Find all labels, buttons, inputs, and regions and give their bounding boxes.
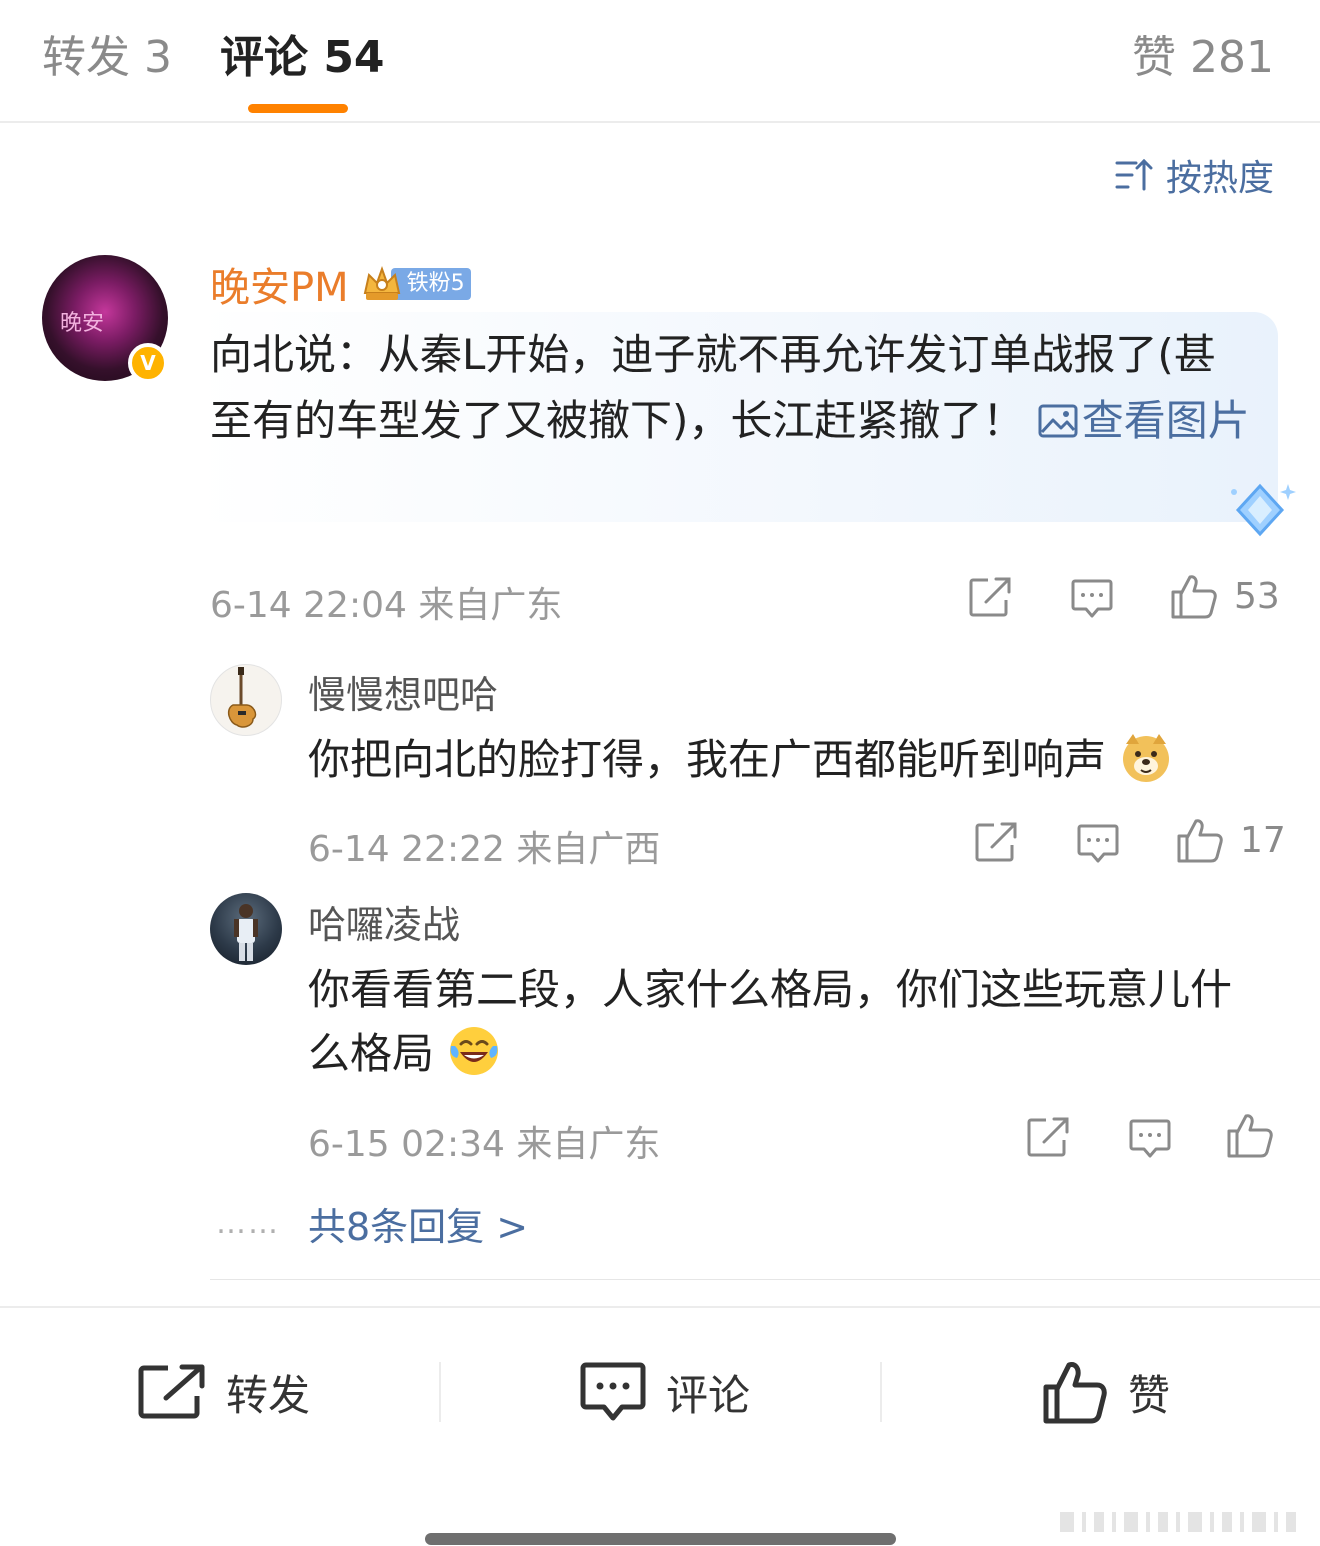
divider (0, 1306, 1320, 1308)
laughing-crying-emoji-icon (450, 1027, 499, 1075)
watermark-image (1060, 1512, 1296, 1532)
like-button[interactable]: 赞 (1042, 1360, 1170, 1424)
comment-icon (580, 1362, 646, 1421)
tab-repost[interactable]: 转发 3 (42, 30, 172, 86)
sort-button[interactable]: 按热度 (1114, 150, 1274, 200)
comment-username[interactable]: 晚安PM (210, 255, 349, 313)
bottom-action-bar: 转发 评论 赞 (0, 1310, 1320, 1470)
guitar-avatar-image (227, 667, 257, 728)
like-icon (1043, 1362, 1107, 1424)
reply-body: 你看看第二段，人家什么格局，你们这些玩意儿什么格局 (308, 965, 1233, 1078)
player-avatar-image (234, 904, 258, 961)
reply-username[interactable]: 慢慢想吧哈 (308, 664, 498, 719)
more-replies-link[interactable]: 共8条回复 > (308, 1196, 528, 1251)
avatar[interactable] (210, 664, 282, 736)
bottom-bar-separator (880, 1362, 882, 1422)
avatar-text: 晚安 (60, 311, 105, 336)
comment-button[interactable]: 评论 (580, 1360, 750, 1424)
comment-text: 向北说：从秦L开始，迪子就不再允许发订单战报了(甚至有的车型发了又被撤下)，长江… (210, 322, 1255, 454)
fan-badge-label: 铁粉5 (390, 268, 471, 300)
like-icon[interactable] (1170, 572, 1218, 620)
reply-username[interactable]: 哈囉凌战 (308, 894, 460, 949)
comment-label: 评论 (666, 1370, 751, 1420)
reply-meta: 6-14 22:22 来自广西 (308, 829, 661, 870)
repost-icon (138, 1364, 205, 1419)
reply-text: 你看看第二段，人家什么格局，你们这些玩意儿什么格局 (308, 958, 1268, 1086)
tab-comment[interactable]: 评论 54 (220, 30, 385, 86)
like-count: 53 (1234, 576, 1280, 617)
avatar[interactable] (210, 893, 282, 965)
sort-label: 按热度 (1165, 158, 1274, 199)
verified-icon: V (128, 343, 168, 383)
repost-icon[interactable] (968, 576, 1012, 618)
repost-icon[interactable] (974, 821, 1018, 863)
comment-icon[interactable] (1128, 1118, 1172, 1160)
repost-button[interactable]: 转发 (138, 1360, 310, 1424)
tab-like[interactable]: 赞 281 (1132, 30, 1274, 86)
fan-badge[interactable]: 铁粉5 (361, 266, 471, 301)
comment-icon[interactable] (1076, 823, 1120, 865)
repost-icon[interactable] (1026, 1116, 1070, 1158)
reply-text: 你把向北的脸打得，我在广西都能听到响声 (308, 728, 1268, 792)
diamond-icon (1231, 483, 1296, 537)
view-image-link[interactable]: 查看图片 (1038, 396, 1250, 445)
bottom-bar-separator (439, 1362, 441, 1422)
sort-icon (1114, 157, 1154, 193)
comment-header: 晚安PM 铁粉5 (210, 255, 471, 313)
like-label: 赞 (1128, 1370, 1171, 1420)
home-indicator (425, 1533, 896, 1545)
repost-label: 转发 (226, 1370, 311, 1420)
like-icon[interactable] (1226, 1111, 1274, 1159)
view-image-label: 查看图片 (1081, 396, 1250, 445)
tab-bar: 转发 3 评论 54 赞 281 (0, 0, 1320, 123)
crown-icon (363, 266, 400, 300)
doge-emoji-icon (1123, 734, 1170, 782)
reply-body: 你把向北的脸打得，我在广西都能听到响声 (308, 735, 1107, 784)
tab-active-indicator (248, 104, 348, 113)
comment-icon[interactable] (1070, 578, 1114, 620)
reply-meta: 6-15 02:34 来自广东 (308, 1124, 661, 1165)
like-icon[interactable] (1176, 816, 1224, 864)
comment-meta: 6-14 22:04 来自广东 (210, 585, 563, 626)
divider (210, 1279, 1320, 1280)
like-count: 17 (1240, 820, 1286, 861)
image-icon (1038, 404, 1078, 438)
more-replies-dots: …… (216, 1206, 280, 1241)
